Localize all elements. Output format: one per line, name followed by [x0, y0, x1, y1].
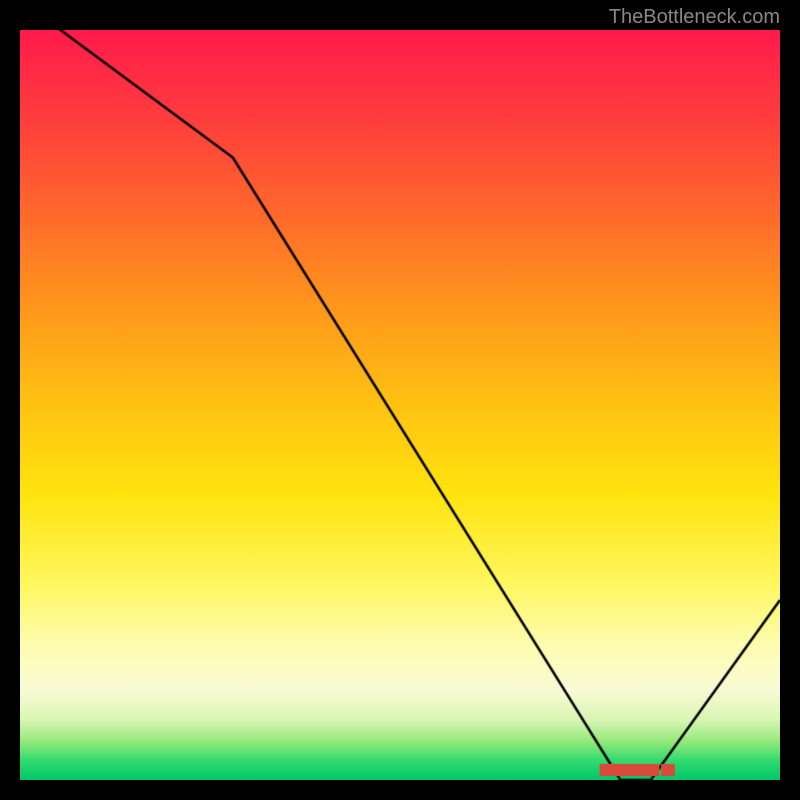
- gradient-plot-area: [20, 30, 780, 780]
- optimum-marker: █████████ ██: [600, 765, 675, 776]
- bottleneck-chart: TheBottleneck.com █████████ ██: [0, 0, 800, 800]
- watermark-label: TheBottleneck.com: [609, 6, 780, 29]
